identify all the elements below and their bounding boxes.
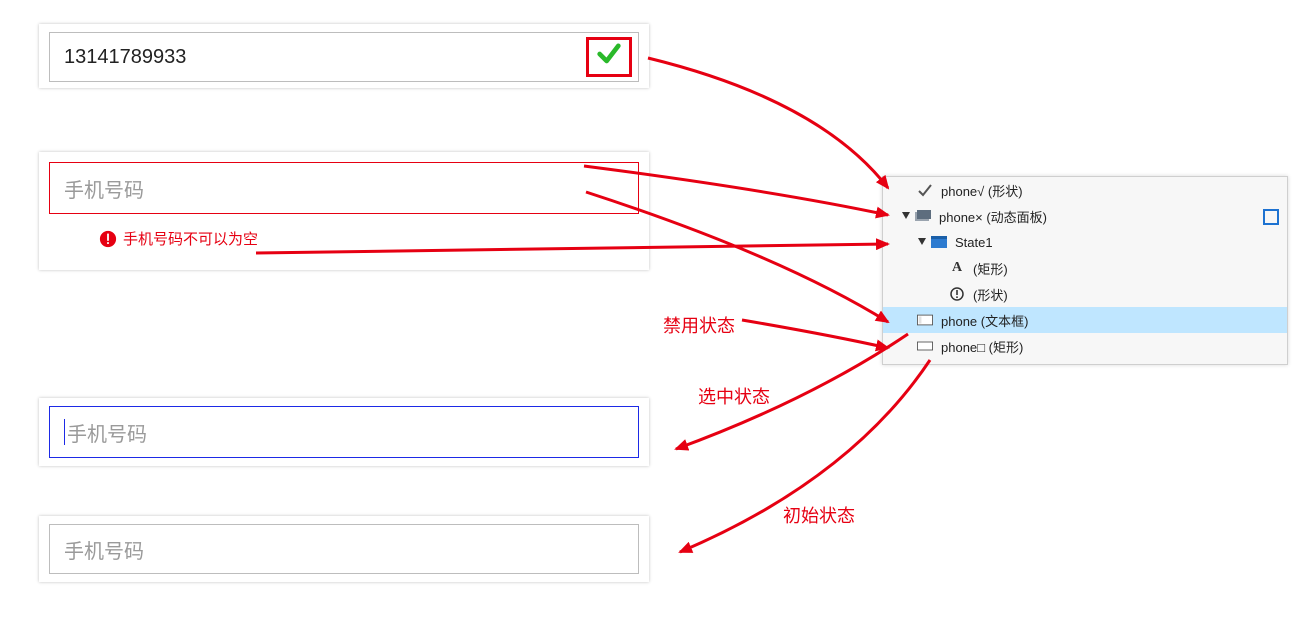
arrow-disabled-to-phone-rect [742,320,888,348]
error-message-text: 手机号码不可以为空 [123,228,258,249]
outline-item-phone-rect[interactable]: phone□ (矩形) [883,333,1287,359]
visibility-indicator-icon[interactable] [1263,209,1279,225]
annotation-selected: 选中状态 [698,383,770,409]
annotation-disabled: 禁用状态 [663,312,735,338]
checkmark-shape-icon [917,182,933,198]
state-initial-card: 手机号码 [39,516,649,582]
outline-item-state1[interactable]: State1 [883,229,1287,255]
phone-input-valid-value: 13141789933 [64,46,186,69]
outline-label: phone□ (矩形) [941,337,1023,356]
outline-item-phone-textfield[interactable]: phone (文本框) [883,307,1287,333]
text-a-icon: A [949,260,965,276]
arrow-to-phone-check [648,58,888,188]
phone-input-initial-placeholder: 手机号码 [64,535,144,564]
outline-item-phone-check[interactable]: phone√ (形状) [883,177,1287,203]
outline-label: (形状) [973,285,1008,304]
phone-input-initial[interactable]: 手机号码 [49,524,639,574]
caret-icon [64,419,65,445]
expand-toggle-icon[interactable] [917,237,927,247]
rectangle-icon [917,338,933,354]
dynamic-panel-icon [915,208,931,224]
expand-toggle-icon[interactable] [901,211,911,221]
phone-input-selected-placeholder: 手机号码 [67,418,147,447]
outline-label: phone× (动态面板) [939,207,1047,226]
phone-input-valid[interactable]: 13141789933 [49,32,639,82]
outline-label: (矩形) [973,259,1008,278]
check-icon [595,40,623,74]
outline-label: phone√ (形状) [941,181,1023,200]
state-icon [931,234,947,250]
phone-input-error-placeholder: 手机号码 [64,174,144,203]
check-selection-box [586,37,632,77]
annotation-initial: 初始状态 [783,502,855,528]
state-valid-card: 13141789933 [39,24,649,88]
outline-label: State1 [955,235,993,250]
state-selected-card: 手机号码 [39,398,649,466]
textfield-icon [917,312,933,328]
phone-input-error[interactable]: 手机号码 [49,162,639,214]
outline-item-rectangle-a[interactable]: A (矩形) [883,255,1287,281]
state-error-card: 手机号码 手机号码不可以为空 [39,152,649,270]
outline-item-phone-x-panel[interactable]: phone× (动态面板) [883,203,1287,229]
phone-input-selected[interactable]: 手机号码 [49,406,639,458]
error-message-row: 手机号码不可以为空 [99,228,258,249]
alert-icon [99,230,117,248]
outline-panel: phone√ (形状) phone× (动态面板) State1 A [882,176,1288,365]
outline-label: phone (文本框) [941,311,1028,330]
outline-item-shape-alert[interactable]: (形状) [883,281,1287,307]
circled-exclamation-icon [949,286,965,302]
